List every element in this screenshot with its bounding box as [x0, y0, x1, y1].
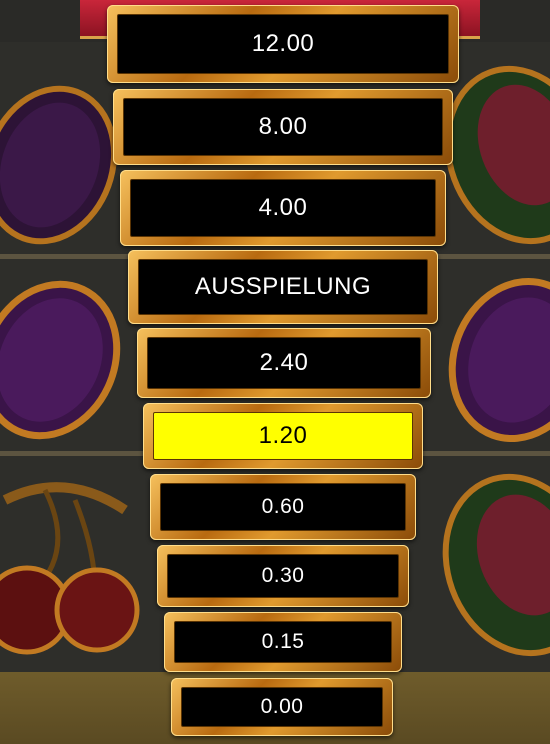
ladder-step: 8.00 — [113, 89, 453, 165]
ladder-step-value: 0.60 — [160, 483, 406, 531]
ladder-step: 2.40 — [137, 328, 431, 398]
ladder-step: 0.15 — [164, 612, 402, 672]
ladder-step: 12.00 — [107, 5, 459, 83]
ladder-step: 0.00 — [171, 678, 393, 736]
ladder-step-value: 0.00 — [181, 687, 383, 727]
ladder-step: 0.60 — [150, 474, 416, 540]
ladder-step-value: 0.15 — [174, 621, 392, 663]
ladder-step-value: 4.00 — [130, 179, 436, 237]
ladder-step-value: 8.00 — [123, 98, 443, 156]
ladder-step: 0.30 — [157, 545, 409, 607]
ladder-step-value: 0.30 — [167, 554, 399, 598]
ladder-step-ausspielung: AUSSPIELUNG — [128, 250, 438, 324]
ladder-step-value: AUSSPIELUNG — [138, 259, 428, 315]
ladder-step-value: 2.40 — [147, 337, 421, 389]
ladder-step: 4.00 — [120, 170, 446, 246]
ladder-step-value: 1.20 — [153, 412, 413, 460]
ladder-step-active: 1.20 — [143, 403, 423, 469]
ladder-step-value: 12.00 — [117, 14, 449, 74]
gamble-ladder: 12.00 8.00 4.00 AUSSPIELUNG 2.40 1.20 0.… — [0, 0, 550, 744]
